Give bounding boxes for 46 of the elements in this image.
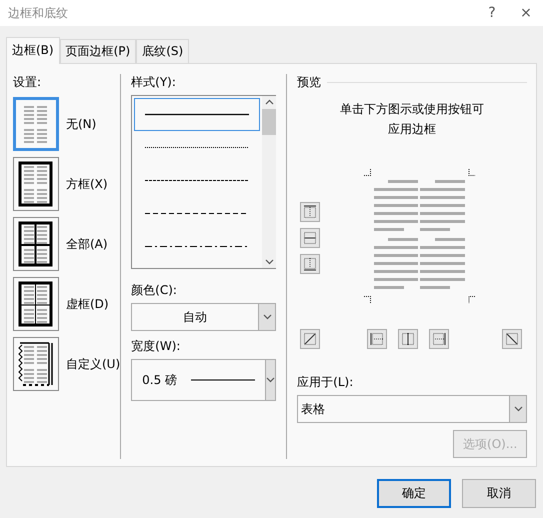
preview-instruction: 单击下方图示或使用按钮可	[340, 101, 484, 118]
tab[interactable]: 底纹(S)	[136, 39, 190, 63]
width-label: 宽度(W):	[131, 338, 182, 355]
line-sample-icon	[191, 379, 256, 381]
tab[interactable]: 边框(B)	[6, 37, 60, 64]
setting-option[interactable]: 自定义(U)	[13, 337, 120, 391]
settings-label: 设置:	[13, 74, 42, 91]
setting-option[interactable]: 虚框(D)	[13, 277, 120, 331]
apply-to-label: 应用于(L):	[297, 374, 354, 391]
setting-option[interactable]: 方框(X)	[13, 157, 120, 211]
dialog-button[interactable]: 取消	[462, 479, 536, 508]
close-button[interactable]: ×	[509, 5, 543, 21]
scroll-up-icon[interactable]	[264, 99, 274, 105]
color-dropdown[interactable]: 自动	[131, 303, 276, 331]
tab[interactable]: 页面边框(P)	[60, 39, 136, 63]
table-border-icon	[18, 341, 54, 387]
help-button[interactable]: ?	[475, 5, 509, 21]
border-toggle-button[interactable]	[300, 329, 320, 349]
line-style-option[interactable]	[134, 98, 260, 131]
width-dropdown[interactable]: 0.5 磅	[131, 359, 276, 401]
preview-instruction: 应用边框	[388, 121, 436, 138]
setting-option[interactable]: 全部(A)	[13, 217, 120, 271]
border-toggle-button[interactable]	[300, 254, 320, 274]
border-toggle-button[interactable]	[502, 329, 522, 349]
apply-to-dropdown[interactable]: 表格	[297, 395, 528, 423]
window-title: 边框和底纹	[8, 4, 69, 22]
scroll-down-icon	[264, 259, 274, 265]
table-border-icon	[18, 161, 54, 207]
preview-heading: 预览	[297, 74, 322, 91]
dialog-button[interactable]: 确定	[377, 479, 451, 508]
table-border-icon	[18, 281, 54, 327]
style-label: 样式(Y):	[131, 74, 177, 91]
line-sample-icon	[145, 146, 250, 149]
width-value: 0.5 磅	[142, 372, 178, 388]
line-sample-icon	[145, 179, 250, 182]
color-label: 颜色(C):	[131, 282, 178, 299]
scrollbar-thumb[interactable]	[262, 109, 276, 135]
line-sample-icon	[145, 245, 250, 248]
border-toggle-button[interactable]	[300, 202, 320, 222]
table-border-icon	[18, 221, 54, 267]
border-toggle-button[interactable]	[367, 329, 388, 349]
border-toggle-button[interactable]	[300, 228, 320, 248]
setting-option[interactable]: 无(N)	[13, 97, 120, 151]
border-toggle-button[interactable]	[398, 329, 418, 349]
border-toggle-button[interactable]	[429, 329, 450, 349]
line-sample-icon	[145, 113, 250, 116]
